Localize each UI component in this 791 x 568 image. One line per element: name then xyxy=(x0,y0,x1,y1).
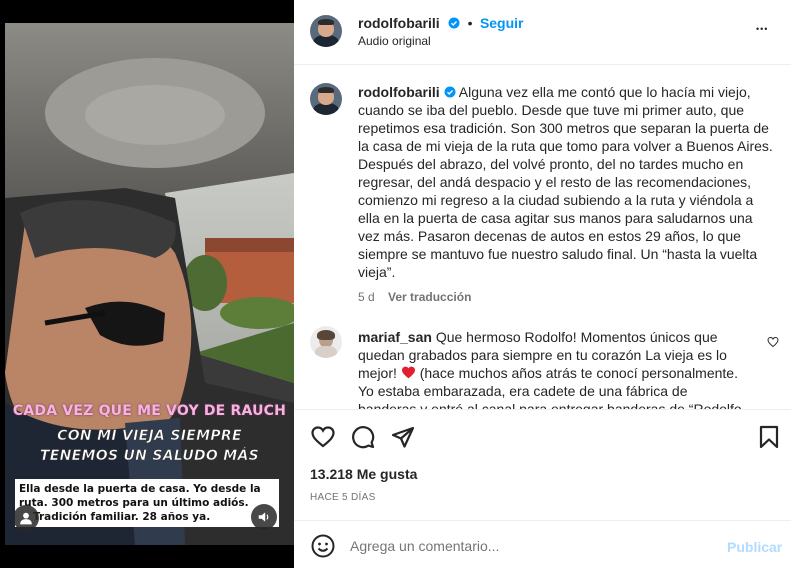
video-frame xyxy=(5,23,294,545)
more-options-button[interactable]: ••• xyxy=(756,24,768,34)
commenter-username[interactable]: mariaf_san xyxy=(358,329,432,345)
comments-scroll-area[interactable]: rodolfobarili Alguna vez ella me contó q… xyxy=(294,66,791,409)
media-bottom-bar xyxy=(5,545,294,568)
see-translation-link[interactable]: Ver traducción xyxy=(388,290,471,304)
speaker-icon xyxy=(258,512,269,522)
header-user-line: rodolfobarili • Seguir xyxy=(358,14,524,33)
heart-icon xyxy=(311,426,335,448)
video-caption-line-3: Tradición familiar. 28 años ya. xyxy=(33,511,211,523)
save-button[interactable] xyxy=(756,424,782,450)
mute-button[interactable] xyxy=(251,504,277,530)
paper-plane-icon xyxy=(391,426,415,448)
follow-button[interactable]: Seguir xyxy=(480,15,524,31)
author-avatar[interactable] xyxy=(310,15,342,47)
post-details-panel: rodolfobarili • Seguir Audio original ••… xyxy=(294,0,791,568)
post-actions-section: 13.218 Me gusta HACE 5 DÍAS xyxy=(294,409,791,519)
video-caption-line-2: ruta. 300 metros para un último adiós. xyxy=(19,497,249,509)
tag-people-button[interactable] xyxy=(13,505,39,531)
like-button[interactable] xyxy=(310,424,336,450)
smiley-icon xyxy=(311,534,335,558)
commenter-avatar[interactable] xyxy=(310,326,342,358)
bookmark-icon xyxy=(759,425,779,449)
likes-count[interactable]: 13.218 Me gusta xyxy=(310,466,417,482)
overlay-line-2: CON MI VIEJA SIEMPRE xyxy=(57,428,242,445)
person-tag-icon xyxy=(20,512,32,525)
video-player[interactable]: CADA VEZ QUE ME VOY DE RAUCH CON MI VIEJ… xyxy=(5,23,294,545)
video-caption-box: Ella desde la puerta de casa. Yo desde l… xyxy=(15,479,279,527)
header-separator: • xyxy=(467,15,473,31)
publish-button[interactable]: Publicar xyxy=(727,539,782,555)
emoji-picker-button[interactable] xyxy=(310,533,336,559)
share-button[interactable] xyxy=(390,424,416,450)
overlay-line-3: TENEMOS UN SALUDO MÁS xyxy=(39,448,260,465)
comment-like-heart-icon[interactable] xyxy=(767,336,779,348)
caption-author-avatar[interactable] xyxy=(310,83,342,115)
video-caption-line-1: Ella desde la puerta de casa. Yo desde l… xyxy=(19,483,261,495)
caption-username[interactable]: rodolfobarili xyxy=(358,84,440,100)
overlay-line-1: CADA VEZ QUE ME VOY DE RAUCH xyxy=(12,403,287,419)
media-top-bar xyxy=(5,0,294,23)
author-username[interactable]: rodolfobarili xyxy=(358,15,440,31)
caption-age: 5 d xyxy=(358,290,375,304)
caption-text: Alguna vez ella me contó que lo hacía mi… xyxy=(358,84,773,280)
instagram-post-modal: CADA VEZ QUE ME VOY DE RAUCH CON MI VIEJ… xyxy=(0,0,791,568)
comment-input[interactable] xyxy=(350,535,710,557)
verified-badge-icon xyxy=(448,17,460,29)
comment-block: mariaf_san Que hermoso Rodolfo! Momentos… xyxy=(358,328,748,409)
caption-block: rodolfobarili Alguna vez ella me contó q… xyxy=(358,83,778,281)
comment-text-3: y entré al canal para entregar banderas … xyxy=(420,401,742,409)
audio-label[interactable]: Audio original xyxy=(358,34,431,48)
add-comment-bar: Publicar xyxy=(294,520,791,568)
post-timestamp[interactable]: HACE 5 DÍAS xyxy=(310,492,376,503)
comment-button[interactable] xyxy=(350,424,376,450)
caption-meta: 5 d Ver traducción xyxy=(358,290,471,304)
post-header: rodolfobarili • Seguir Audio original ••… xyxy=(294,0,791,65)
verified-badge-icon xyxy=(444,86,456,98)
red-heart-emoji-icon xyxy=(401,366,415,379)
comment-bubble-icon xyxy=(352,426,375,449)
